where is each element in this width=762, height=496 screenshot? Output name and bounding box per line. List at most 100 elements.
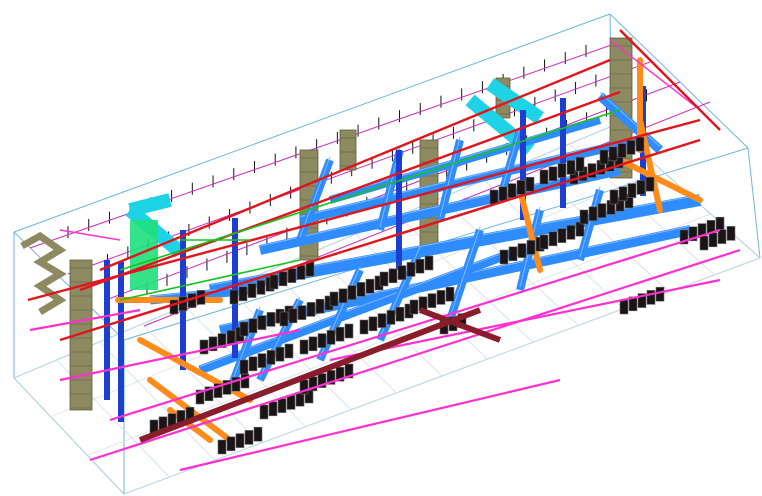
equipment-rack (579, 209, 589, 225)
return-duct (128, 193, 172, 217)
equipment-rack (397, 265, 407, 280)
equipment-rack (229, 289, 239, 305)
equipment-rack (539, 234, 549, 250)
equipment-rack (597, 203, 607, 218)
equipment-rack (259, 404, 269, 420)
equipment-rack (379, 271, 389, 287)
bim-scene (13, 13, 761, 495)
equipment-rack (269, 274, 279, 290)
equipment-rack (359, 319, 369, 335)
equipment-rack (295, 391, 305, 407)
equipment-rack (539, 169, 549, 185)
equipment-rack (356, 282, 366, 297)
equipment-rack (617, 143, 627, 158)
equipment-rack (388, 268, 398, 284)
supply-pipe (619, 29, 721, 131)
equipment-rack (199, 339, 209, 355)
equipment-rack (347, 285, 357, 300)
equipment-rack (609, 189, 619, 205)
equipment-rack (588, 206, 598, 222)
equipment-rack (275, 346, 285, 362)
equipment-rack (655, 286, 665, 302)
equipment-rack (257, 315, 267, 330)
equipment-rack (575, 221, 585, 237)
condensate-pipe (89, 248, 741, 462)
equipment-rack (226, 330, 236, 345)
equipment-rack (626, 140, 636, 155)
equipment-rack (217, 439, 227, 455)
equipment-rack (377, 313, 387, 328)
equipment-rack (338, 288, 348, 304)
equipment-rack (248, 318, 258, 334)
equipment-rack (717, 229, 727, 244)
condensate-pipe (59, 229, 121, 241)
equipment-rack (618, 186, 628, 202)
envelope-edge (747, 147, 761, 259)
equipment-rack (415, 258, 425, 274)
equipment-rack (525, 176, 535, 192)
equipment-rack (445, 286, 455, 302)
equipment-rack (279, 311, 289, 327)
equipment-rack (548, 231, 558, 247)
equipment-rack (266, 312, 276, 327)
equipment-rack (335, 326, 345, 342)
equipment-rack (238, 286, 248, 302)
equipment-rack (239, 359, 249, 375)
equipment-rack (599, 149, 609, 165)
equipment-rack (278, 271, 288, 287)
ahu-shaft (339, 129, 357, 171)
equipment-rack (368, 316, 378, 332)
ahu-coil (20, 231, 67, 316)
equipment-rack (557, 228, 567, 243)
equipment-rack (516, 180, 526, 195)
equipment-rack (424, 255, 434, 271)
equipment-rack (226, 436, 236, 452)
equipment-rack (308, 336, 318, 352)
equipment-rack (498, 186, 508, 202)
equipment-rack (386, 310, 396, 325)
equipment-rack (326, 330, 336, 345)
equipment-rack (365, 278, 375, 294)
equipment-rack (627, 183, 637, 198)
equipment-rack (636, 180, 646, 195)
equipment-rack (548, 166, 558, 182)
equipment-rack (178, 296, 188, 312)
equipment-rack (297, 305, 307, 320)
equipment-rack (608, 146, 618, 162)
model-viewport[interactable] (0, 0, 762, 496)
equipment-rack (284, 343, 294, 359)
equipment-rack (256, 280, 266, 295)
equipment-rack (287, 268, 297, 283)
equipment-rack (268, 401, 278, 417)
riser (118, 262, 124, 422)
equipment-rack (239, 321, 249, 337)
equipment-rack (619, 299, 629, 315)
equipment-rack (277, 398, 287, 413)
equipment-rack (566, 225, 576, 240)
equipment-rack (508, 246, 518, 262)
equipment-rack (566, 160, 576, 175)
equipment-rack (406, 262, 416, 277)
equipment-rack (436, 290, 446, 305)
equipment-rack (299, 339, 309, 355)
equipment-rack (306, 302, 316, 317)
equipment-rack (257, 353, 267, 368)
equipment-rack (395, 306, 405, 322)
riser (396, 150, 402, 270)
equipment-rack (169, 299, 179, 315)
equipment-rack (517, 243, 527, 258)
equipment-rack (635, 136, 645, 152)
equipment-rack (575, 156, 585, 172)
equipment-rack (317, 333, 327, 348)
equipment-rack (507, 183, 517, 198)
equipment-rack (253, 426, 263, 442)
equipment-rack (409, 299, 419, 315)
equipment-rack (344, 323, 354, 339)
equipment-rack (715, 216, 725, 232)
equipment-rack (427, 293, 437, 308)
equipment-rack (248, 356, 258, 372)
equipment-rack (315, 298, 325, 314)
equipment-rack (708, 232, 718, 248)
equipment-rack (286, 395, 296, 410)
equipment-rack (645, 176, 655, 192)
